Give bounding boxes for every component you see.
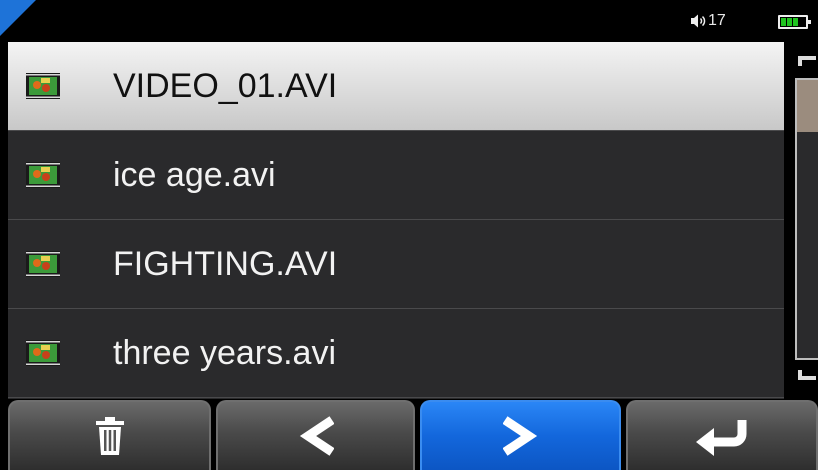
chevron-left-icon	[299, 416, 334, 456]
video-file-icon	[26, 162, 60, 188]
battery-cell	[781, 18, 786, 26]
file-name: three years.avi	[113, 333, 336, 372]
video-file-icon	[26, 251, 60, 277]
file-list-item[interactable]: FIGHTING.AVI	[8, 220, 784, 309]
volume-indicator: 17	[690, 11, 726, 31]
scrollbar-bottom-cap	[798, 370, 816, 380]
status-bar: 17	[0, 0, 818, 42]
scrollbar-track[interactable]	[795, 78, 818, 360]
scrollbar-thumb[interactable]	[797, 80, 818, 132]
file-list[interactable]: VIDEO_01.AVI ice age.avi FIGHTING.AVI th…	[8, 42, 784, 399]
file-list-item[interactable]: three years.avi	[8, 309, 784, 398]
video-file-icon	[26, 73, 60, 99]
return-arrow-icon	[696, 420, 747, 456]
back-button[interactable]	[626, 400, 818, 470]
scrollbar-top-cap	[798, 56, 816, 66]
previous-button[interactable]	[216, 400, 415, 470]
file-name: VIDEO_01.AVI	[113, 66, 338, 105]
speaker-icon	[691, 14, 706, 28]
file-name: ice age.avi	[113, 155, 276, 194]
battery-cell	[787, 18, 792, 26]
next-button[interactable]	[420, 400, 621, 470]
file-name: FIGHTING.AVI	[113, 244, 338, 283]
battery-cell	[793, 18, 798, 26]
video-file-icon	[26, 340, 60, 366]
trash-icon	[95, 417, 124, 455]
toolbar	[0, 400, 818, 470]
delete-button[interactable]	[8, 400, 211, 470]
chevron-right-icon	[502, 416, 537, 456]
file-list-item[interactable]: VIDEO_01.AVI	[8, 42, 784, 131]
file-list-item[interactable]: ice age.avi	[8, 131, 784, 220]
battery-icon	[778, 15, 811, 29]
corner-indicator	[0, 0, 36, 36]
volume-level: 17	[708, 12, 726, 29]
scrollbar[interactable]	[784, 42, 818, 399]
